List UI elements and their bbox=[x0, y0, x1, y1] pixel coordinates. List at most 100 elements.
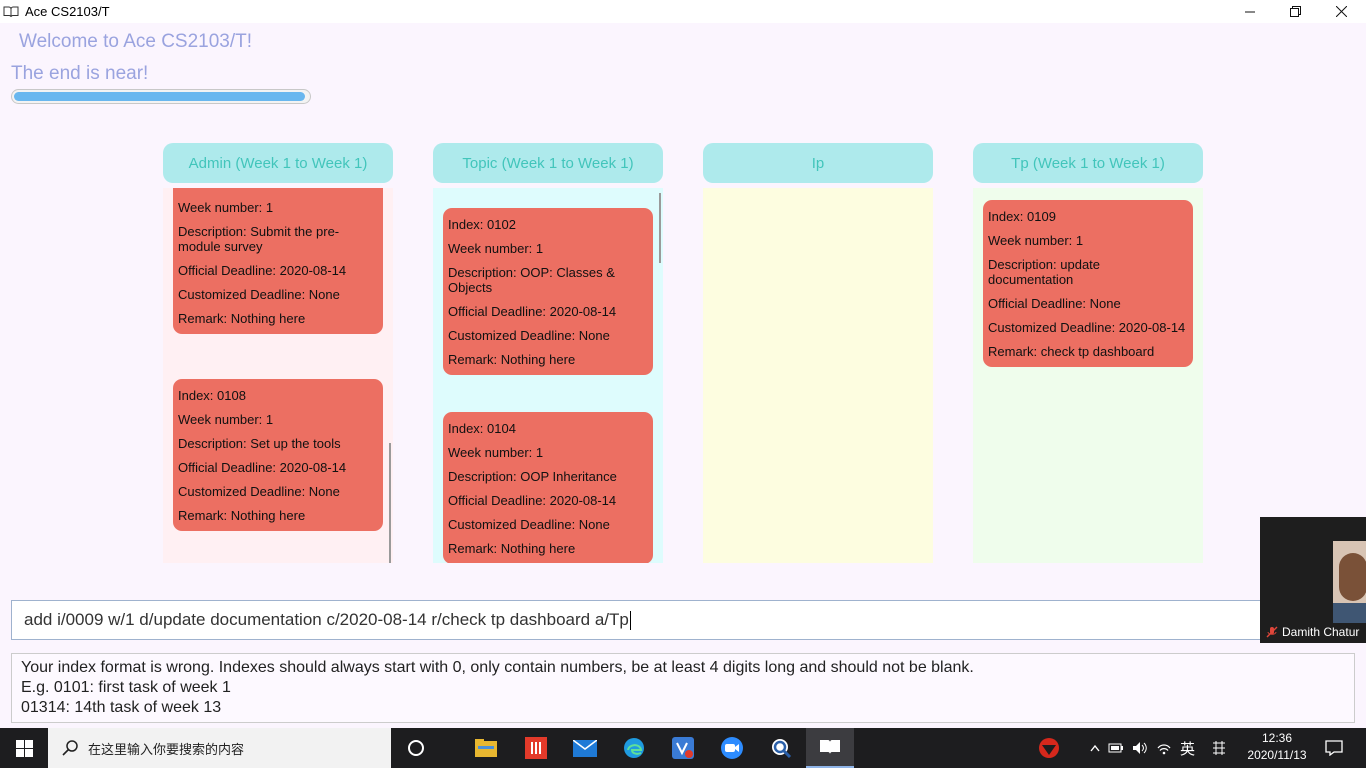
close-button[interactable] bbox=[1318, 0, 1364, 23]
input-method-icon[interactable] bbox=[1211, 740, 1227, 756]
notification-button[interactable] bbox=[1322, 736, 1346, 760]
task-description: Description: OOP Inheritance bbox=[448, 469, 617, 484]
task-card[interactable]: Index: 0109 Week number: 1 Description: up… bbox=[983, 200, 1193, 367]
column-header: Ip bbox=[703, 143, 933, 183]
task-custom: Customized Deadline: None bbox=[178, 484, 340, 499]
search-placeholder: 在这里输入你要搜索的内容 bbox=[88, 741, 245, 757]
participant-video bbox=[1333, 541, 1366, 623]
task-official: Official Deadline: 2020-08-14 bbox=[448, 304, 617, 319]
participant-name: Damith Chatur bbox=[1282, 625, 1360, 639]
task-description: Description: Set up the tools bbox=[178, 436, 341, 451]
task-index: Index: 0103 bbox=[178, 188, 378, 191]
notification-icon bbox=[1325, 740, 1343, 756]
task-custom: Customized Deadline: None bbox=[448, 328, 610, 343]
task-column[interactable]: Index: 0102 Week number: 1 Description: OO… bbox=[433, 188, 663, 563]
mail-icon bbox=[573, 739, 597, 757]
cortana-button[interactable] bbox=[404, 736, 428, 760]
volume-icon[interactable] bbox=[1132, 741, 1148, 755]
column-header: Admin (Week 1 to Week 1) bbox=[163, 143, 393, 183]
ace-app-button[interactable] bbox=[806, 728, 854, 768]
task-remark: Remark: check tp dashboard bbox=[988, 344, 1155, 359]
search-icon bbox=[62, 740, 78, 756]
video-thumbnail[interactable]: Damith Chatur bbox=[1260, 517, 1366, 643]
task-official: Official Deadline: 2020-08-14 bbox=[178, 460, 347, 475]
status-label: The end is near! bbox=[11, 63, 149, 84]
search-app-icon bbox=[772, 739, 792, 759]
result-line: E.g. 0101: first task of week 1 bbox=[21, 679, 231, 696]
zoom-button[interactable] bbox=[720, 736, 744, 760]
system-clock[interactable]: 12:36 2020/11/13 bbox=[1238, 730, 1316, 764]
command-input[interactable]: add i/0009 w/1 d/update documentation c/… bbox=[11, 600, 1281, 640]
edge-icon bbox=[624, 738, 644, 758]
search-app-button[interactable] bbox=[769, 736, 793, 760]
task-remark: Remark: Nothing here bbox=[178, 311, 306, 326]
red-app-button[interactable] bbox=[524, 736, 548, 760]
vs-icon bbox=[672, 737, 694, 759]
progress-bar bbox=[11, 89, 311, 104]
mail-button[interactable] bbox=[573, 736, 597, 760]
task-custom: Customized Deadline: 2020-08-14 bbox=[988, 320, 1186, 335]
task-card[interactable]: Index: 0104 Week number: 1 Description: OO… bbox=[443, 412, 653, 563]
task-column[interactable] bbox=[703, 188, 933, 563]
task-index: Index: 0108 bbox=[178, 388, 246, 403]
result-display: Your index format is wrong. Indexes shou… bbox=[11, 653, 1355, 723]
column-header: Tp (Week 1 to Week 1) bbox=[973, 143, 1203, 183]
muted-mic-icon bbox=[1266, 626, 1278, 638]
tray-app-button[interactable] bbox=[1037, 736, 1061, 760]
chevron-up-icon[interactable] bbox=[1090, 744, 1100, 752]
task-official: Official Deadline: 2020-08-14 bbox=[178, 263, 347, 278]
participant-head bbox=[1339, 553, 1366, 601]
task-week: Week number: 1 bbox=[178, 200, 274, 215]
wifi-icon[interactable] bbox=[1156, 741, 1172, 755]
task-remark: Remark: Nothing here bbox=[448, 541, 576, 556]
task-week: Week number: 1 bbox=[448, 445, 544, 460]
red-app-icon bbox=[525, 737, 547, 759]
restore-icon bbox=[1289, 6, 1301, 17]
task-index: Index: 0109 bbox=[988, 209, 1056, 224]
task-description: Description: update documentation bbox=[988, 257, 1101, 287]
file-explorer-button[interactable] bbox=[474, 736, 498, 760]
book-icon bbox=[3, 6, 19, 18]
task-week: Week number: 1 bbox=[448, 241, 544, 256]
red-shield-icon bbox=[1039, 738, 1059, 758]
task-column[interactable]: Index: 0103 Week number: 1 Description: Su… bbox=[163, 188, 393, 563]
task-custom: Customized Deadline: None bbox=[178, 287, 340, 302]
task-week: Week number: 1 bbox=[988, 233, 1084, 248]
task-description: Description: Submit the pre-module surve… bbox=[178, 224, 340, 254]
windows-icon bbox=[15, 739, 33, 757]
task-remark: Remark: Nothing here bbox=[178, 508, 306, 523]
task-card[interactable]: Index: 0108 Week number: 1 Description: Se… bbox=[173, 379, 383, 531]
system-tray: 英 bbox=[1090, 728, 1227, 768]
task-column[interactable]: Index: 0109 Week number: 1 Description: up… bbox=[973, 188, 1203, 563]
task-card[interactable]: Index: 0103 Week number: 1 Description: Su… bbox=[173, 188, 383, 334]
participant-label: Damith Chatur bbox=[1266, 625, 1359, 639]
task-description: Description: OOP: Classes & Objects bbox=[448, 265, 615, 295]
edge-button[interactable] bbox=[622, 736, 646, 760]
vs-button[interactable] bbox=[671, 736, 695, 760]
zoom-icon bbox=[721, 737, 743, 759]
minimize-button[interactable] bbox=[1227, 0, 1273, 23]
clock-time: 12:36 bbox=[1261, 731, 1293, 745]
result-line: Your index format is wrong. Indexes shou… bbox=[21, 659, 974, 676]
ime-indicator[interactable]: 英 bbox=[1180, 738, 1195, 759]
column-scrollbar[interactable] bbox=[389, 443, 391, 563]
minimize-icon bbox=[1245, 11, 1255, 12]
restore-button[interactable] bbox=[1272, 0, 1318, 23]
ace-app-icon bbox=[820, 740, 840, 754]
column-scrollbar[interactable] bbox=[659, 193, 661, 263]
task-card[interactable]: Index: 0102 Week number: 1 Description: OO… bbox=[443, 208, 653, 375]
cortana-icon bbox=[408, 740, 424, 756]
participant-shirt bbox=[1333, 603, 1366, 623]
result-line: 01314: 14th task of week 13 bbox=[21, 699, 222, 716]
title-bar[interactable]: Ace CS2103/T bbox=[0, 0, 1366, 23]
screen: Ace CS2103/T Welcome to Ace CS2103/T! Th… bbox=[0, 0, 1366, 768]
battery-icon[interactable] bbox=[1108, 742, 1124, 754]
taskbar-search[interactable]: 在这里输入你要搜索的内容 bbox=[48, 728, 391, 768]
task-week: Week number: 1 bbox=[178, 412, 274, 427]
task-official: Official Deadline: 2020-08-14 bbox=[448, 493, 617, 508]
progress-fill bbox=[14, 92, 306, 101]
app-content: Welcome to Ace CS2103/T! The end is near… bbox=[0, 23, 1366, 728]
task-custom: Customized Deadline: None bbox=[448, 517, 610, 532]
text-caret bbox=[629, 610, 631, 630]
start-button[interactable] bbox=[0, 728, 48, 768]
